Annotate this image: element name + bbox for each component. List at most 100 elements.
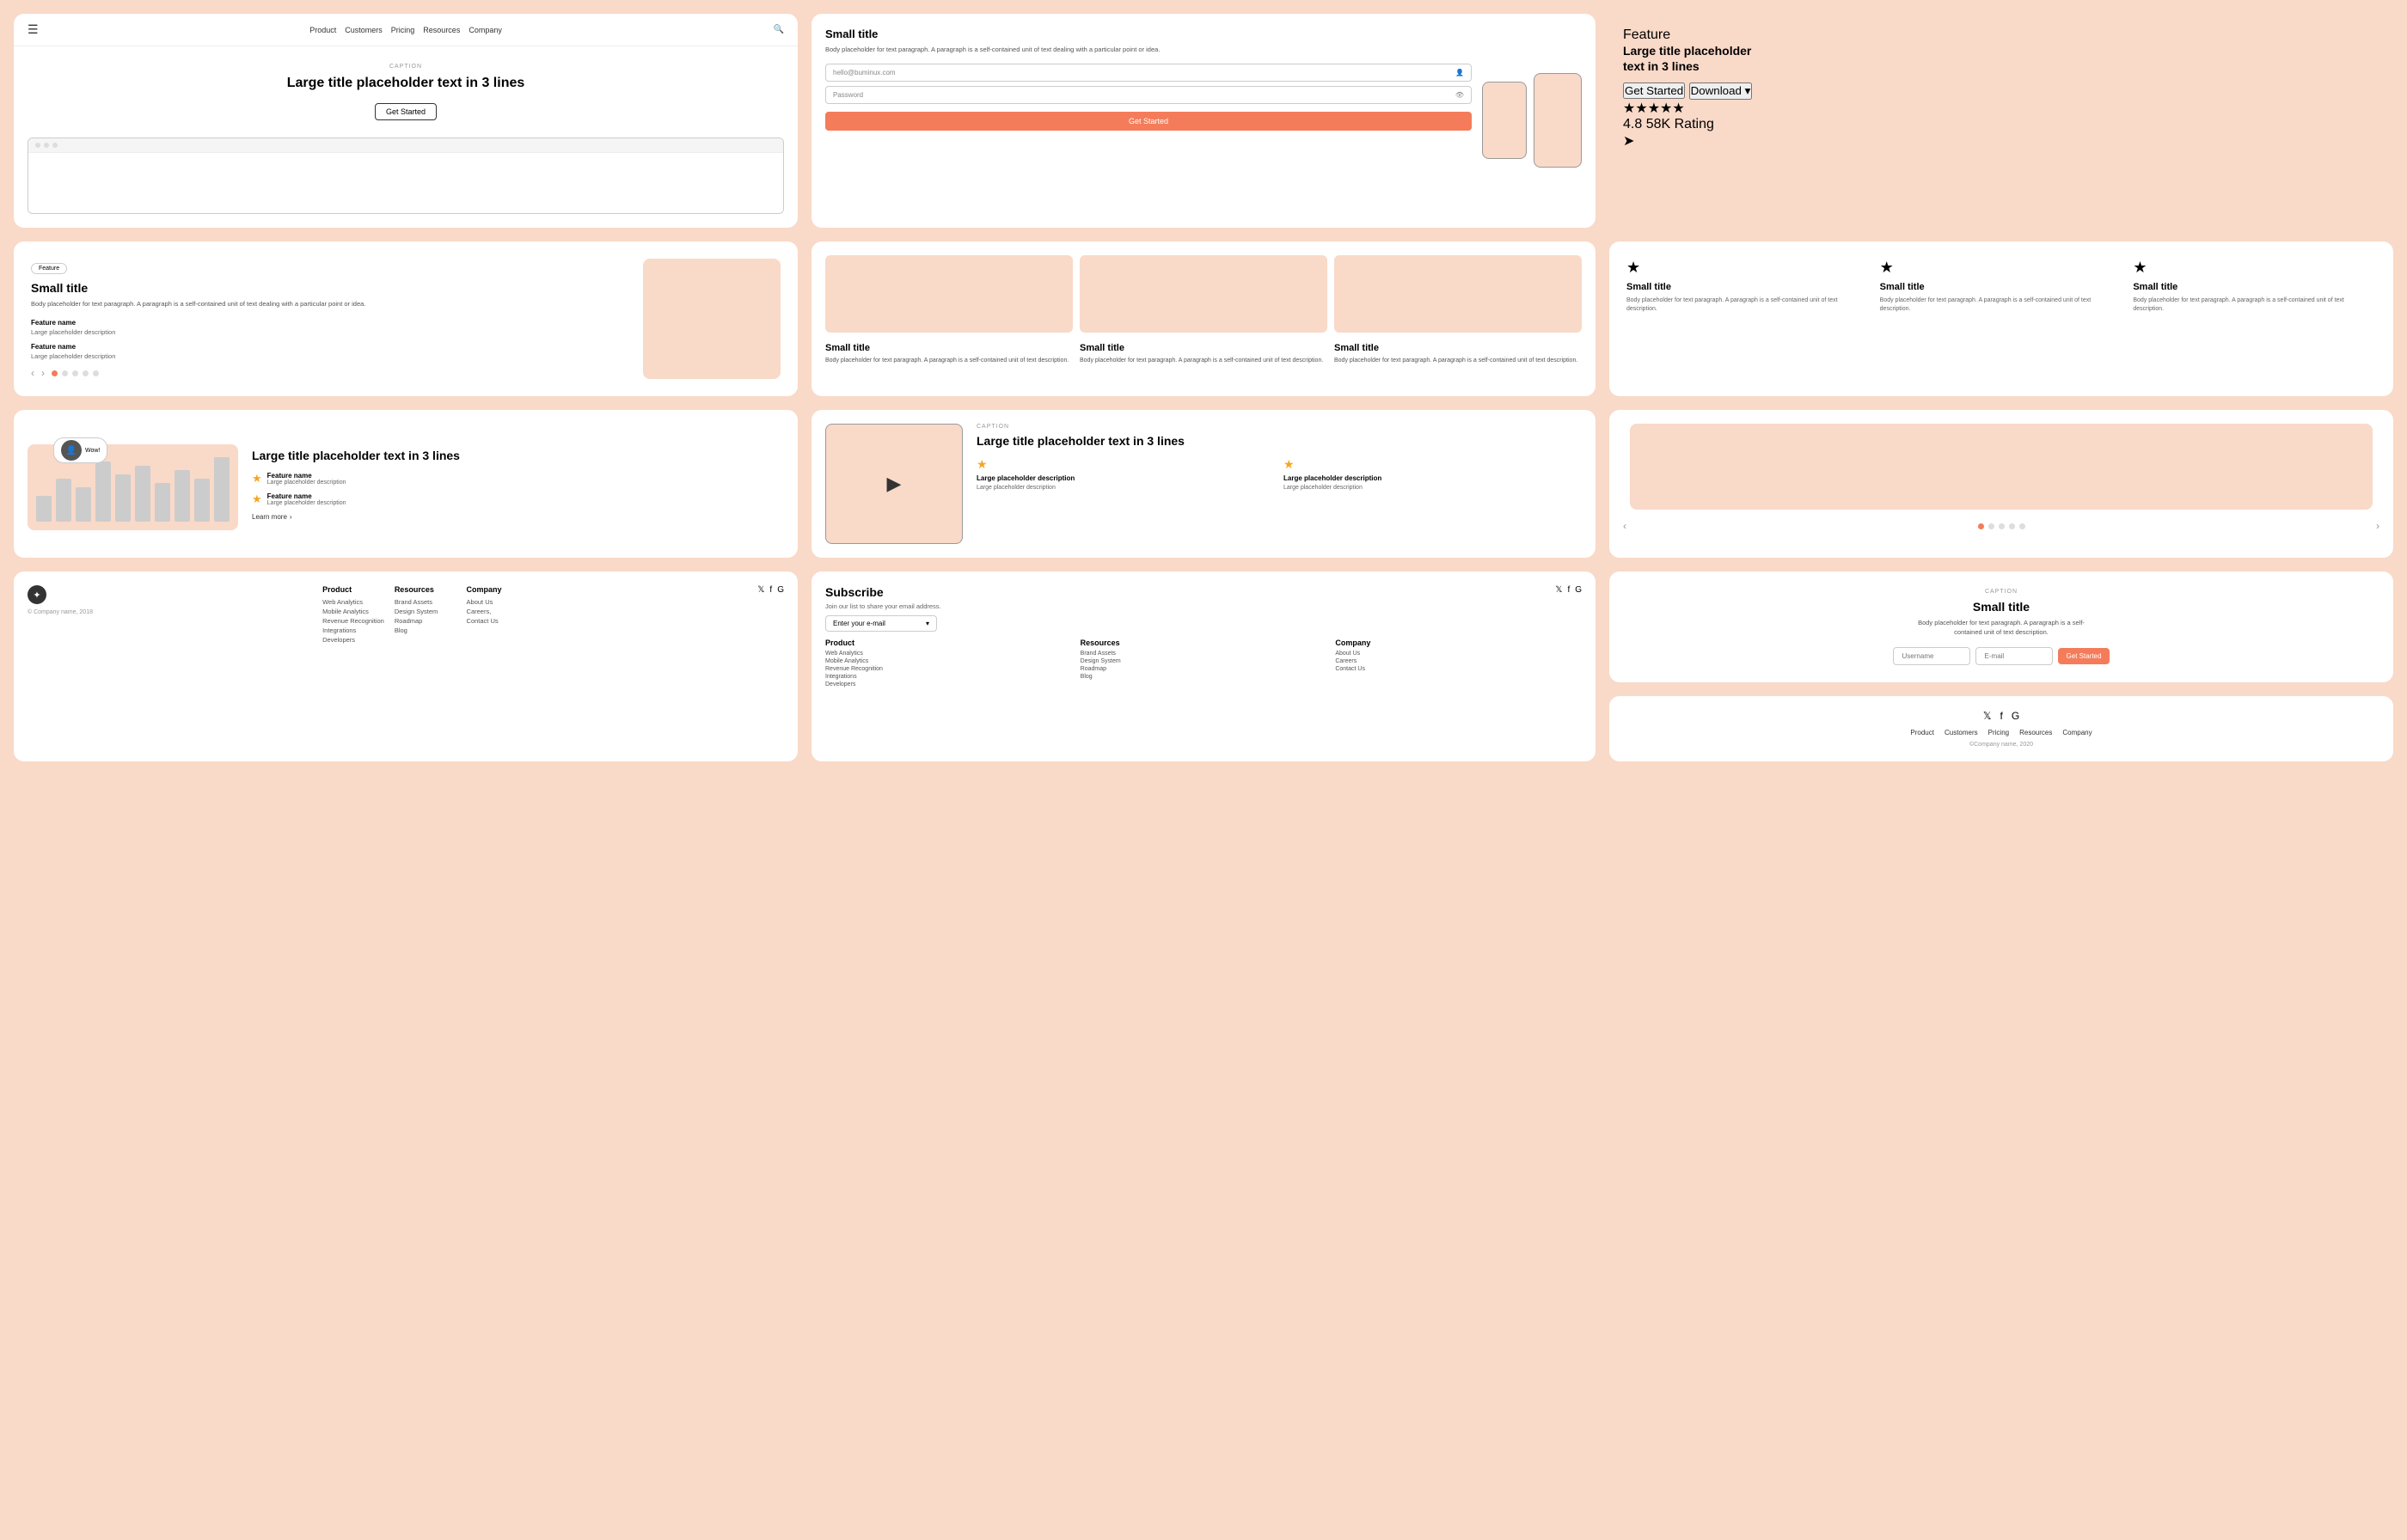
- hero-title: Large title placeholder text in 3 lines: [28, 75, 784, 93]
- footer1-about[interactable]: About Us: [467, 598, 529, 606]
- username-input[interactable]: [1893, 647, 1970, 665]
- carousel-dots-9: [1978, 523, 2025, 529]
- rating-label: 58K Rating: [1646, 117, 1714, 131]
- footer1-logo: ✦: [28, 585, 46, 604]
- dot-2[interactable]: [62, 370, 68, 376]
- footer1-design-system[interactable]: Design System: [395, 608, 456, 615]
- footer1-product-label: Product: [322, 585, 384, 594]
- twitter-icon-2[interactable]: 𝕏: [1555, 585, 1562, 595]
- footer1-social: 𝕏 f G: [757, 585, 784, 595]
- footer3-company[interactable]: Company: [2062, 729, 2092, 736]
- footer2-revenue[interactable]: Revenue Recognition: [825, 666, 1072, 672]
- card-video: ▶ CAPTION Large title placeholder text i…: [812, 410, 1595, 558]
- dot-9-1[interactable]: [1978, 523, 1984, 529]
- notification-badge: 👤 Wow!: [53, 437, 107, 463]
- nav-company[interactable]: Company: [469, 26, 502, 34]
- feat2-body: Body placeholder for text paragraph. A p…: [1880, 296, 2123, 314]
- next-button-9[interactable]: ›: [2376, 520, 2379, 532]
- twitter-icon-3[interactable]: 𝕏: [1983, 710, 1992, 722]
- browser-mockup: [28, 138, 784, 214]
- nav-customers[interactable]: Customers: [345, 26, 383, 34]
- prev-button-4[interactable]: ‹: [31, 367, 34, 379]
- email-cta-input[interactable]: [1975, 647, 2053, 665]
- dot-5[interactable]: [93, 370, 99, 376]
- search-icon[interactable]: 🔍: [774, 25, 784, 34]
- footer1-contact[interactable]: Contact Us: [467, 617, 529, 625]
- footer-1: ✦ © Company name, 2018 Product Web Analy…: [14, 571, 798, 761]
- login-title: Small title: [825, 28, 1472, 40]
- nav-resources[interactable]: Resources: [423, 26, 460, 34]
- dot-9-4[interactable]: [2009, 523, 2015, 529]
- footer1-developers[interactable]: Developers: [322, 636, 384, 644]
- footer3-pricing[interactable]: Pricing: [1988, 729, 2009, 736]
- footer3-resources[interactable]: Resources: [2019, 729, 2052, 736]
- footer2-blog[interactable]: Blog: [1081, 674, 1327, 680]
- browser-dot-1: [35, 143, 40, 148]
- subscribe-title: Subscribe: [825, 585, 941, 599]
- facebook-icon-3[interactable]: f: [2000, 710, 2002, 722]
- footer2-web-analytics[interactable]: Web Analytics: [825, 651, 1072, 657]
- card-feature: Feature Small title Body placeholder for…: [14, 241, 798, 397]
- facebook-icon-2[interactable]: f: [1567, 585, 1570, 595]
- get-started-btn-3[interactable]: Get Started: [1623, 82, 1685, 99]
- twitter-icon[interactable]: 𝕏: [757, 585, 764, 595]
- hamburger-icon[interactable]: ☰: [28, 22, 39, 37]
- dot-4[interactable]: [83, 370, 89, 376]
- phone-mockup-1: [1482, 82, 1527, 159]
- footer1-integrations[interactable]: Integrations: [322, 626, 384, 634]
- google-icon-3[interactable]: G: [2012, 710, 2019, 722]
- download-button[interactable]: Download ▾: [1689, 82, 1753, 100]
- dot-9-5[interactable]: [2019, 523, 2025, 529]
- footer1-roadmap[interactable]: Roadmap: [395, 617, 456, 625]
- footer1-brand-assets[interactable]: Brand Assets: [395, 598, 456, 606]
- browser-bar: [28, 138, 783, 153]
- nav-pricing[interactable]: Pricing: [391, 26, 415, 34]
- footer1-mobile-analytics[interactable]: Mobile Analytics: [322, 608, 384, 615]
- footer2-contact[interactable]: Contact Us: [1335, 666, 1582, 672]
- get-started-button[interactable]: Get Started: [375, 103, 437, 120]
- email-subscribe-input[interactable]: Enter your e-mail ▾: [825, 615, 937, 632]
- footer3-customers[interactable]: Customers: [1945, 729, 1978, 736]
- footer1-blog[interactable]: Blog: [395, 626, 456, 634]
- footer1-careers[interactable]: Careers,: [467, 608, 529, 615]
- footer1-web-analytics[interactable]: Web Analytics: [322, 598, 384, 606]
- video-placeholder[interactable]: ▶: [825, 424, 963, 544]
- footer2-roadmap[interactable]: Roadmap: [1081, 666, 1327, 672]
- email-input[interactable]: hello@buminux.com 👤: [825, 64, 1472, 82]
- play-icon[interactable]: ▶: [887, 473, 902, 495]
- footer2-about[interactable]: About Us: [1335, 651, 1582, 657]
- dot-9-2[interactable]: [1988, 523, 1994, 529]
- dot-1[interactable]: [52, 370, 58, 376]
- v-feat1-name: Large placeholder description: [977, 474, 1275, 482]
- hero-section: CAPTION Large title placeholder text in …: [14, 46, 798, 129]
- email-subscribe-placeholder: Enter your e-mail: [833, 620, 885, 627]
- image-cols: [825, 255, 1582, 333]
- facebook-icon[interactable]: f: [769, 585, 772, 595]
- login-cta-button[interactable]: Get Started: [825, 112, 1472, 131]
- google-icon-2[interactable]: G: [1575, 585, 1582, 595]
- analytics-feat-1: ★ Feature name Large placeholder descrip…: [252, 472, 784, 486]
- dot-3[interactable]: [72, 370, 78, 376]
- google-icon[interactable]: G: [777, 585, 784, 595]
- password-placeholder: Password: [833, 91, 863, 99]
- chevron-down-icon-sub: ▾: [926, 620, 929, 627]
- footer3-product[interactable]: Product: [1910, 729, 1934, 736]
- footer2-integrations[interactable]: Integrations: [825, 674, 1072, 680]
- video-features: ★ Large placeholder description Large pl…: [977, 457, 1582, 492]
- learn-more-link[interactable]: Learn more ›: [252, 513, 784, 521]
- footer-2: Subscribe Join our list to share your em…: [812, 571, 1595, 761]
- footer2-developers[interactable]: Developers: [825, 681, 1072, 688]
- footer2-mobile-analytics[interactable]: Mobile Analytics: [825, 658, 1072, 664]
- nav-product[interactable]: Product: [309, 26, 336, 34]
- next-button-4[interactable]: ›: [41, 367, 45, 379]
- dot-9-3[interactable]: [1999, 523, 2005, 529]
- avatar: 👤: [61, 440, 82, 461]
- footer2-careers[interactable]: Careers: [1335, 658, 1582, 664]
- footer2-design-system[interactable]: Design System: [1081, 658, 1327, 664]
- prev-button-9[interactable]: ‹: [1623, 520, 1626, 532]
- cta-submit-button[interactable]: Get Started: [2058, 648, 2110, 664]
- password-input[interactable]: Password 👁: [825, 86, 1472, 104]
- card-three-features: ★ Small title Body placeholder for text …: [1609, 241, 2393, 397]
- footer2-brand-assets[interactable]: Brand Assets: [1081, 651, 1327, 657]
- footer1-revenue[interactable]: Revenue Recognition: [322, 617, 384, 625]
